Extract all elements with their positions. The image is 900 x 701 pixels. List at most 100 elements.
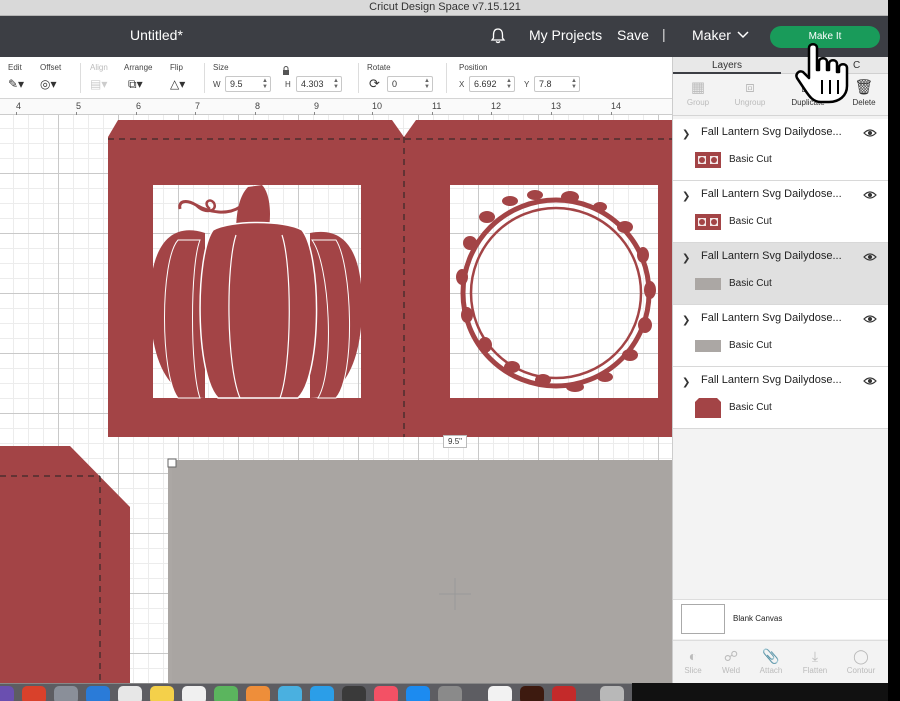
position-group: Position X 6.692 ▲ ▼ Y 7.8 ▲ ▼ bbox=[459, 63, 580, 97]
x-position-input[interactable]: 6.692 ▲ ▼ bbox=[469, 76, 515, 92]
eye-icon[interactable] bbox=[863, 252, 877, 262]
cut-type[interactable]: Basic Cut bbox=[729, 216, 772, 227]
width-value: 9.5 bbox=[230, 79, 243, 89]
cut-type[interactable]: Basic Cut bbox=[729, 278, 772, 289]
chevron-down-icon[interactable] bbox=[737, 30, 749, 40]
layer-group-item[interactable]: ❯ Fall Lantern Svg Dailydose... Basic Cu… bbox=[673, 181, 889, 243]
chevron-down-icon[interactable]: ❯ bbox=[682, 315, 690, 326]
layer-group-item[interactable]: ❯ Fall Lantern Svg Dailydose... Basic Cu… bbox=[673, 119, 889, 181]
group-button[interactable]: ▦ Group bbox=[673, 78, 723, 107]
design-canvas[interactable]: 9.5" bbox=[0, 115, 672, 683]
machine-select[interactable]: Maker bbox=[692, 27, 731, 43]
tab-layers[interactable]: Layers bbox=[673, 57, 781, 74]
hand-cursor-icon bbox=[795, 43, 849, 104]
macos-dock bbox=[0, 683, 632, 701]
stepper-icon[interactable]: ▲ ▼ bbox=[333, 78, 339, 90]
blank-canvas-row[interactable]: Blank Canvas bbox=[673, 599, 889, 639]
rotate-input[interactable]: 0 ▲ ▼ bbox=[387, 76, 433, 92]
lower-left-panel[interactable] bbox=[0, 446, 130, 683]
dock-app-icon[interactable] bbox=[520, 686, 544, 701]
eye-icon[interactable] bbox=[863, 314, 877, 324]
dock-app-icon[interactable] bbox=[0, 686, 14, 701]
ruler-tick: 13 bbox=[551, 101, 562, 116]
ruler-tick: 11 bbox=[432, 101, 442, 116]
ruler-tick: 5 bbox=[76, 101, 82, 116]
layer-thumbnail bbox=[695, 278, 721, 290]
weld-button[interactable]: ☍ Weld bbox=[713, 646, 749, 675]
flip-label: Flip bbox=[170, 63, 183, 72]
offset-icon[interactable]: ◎▾ bbox=[40, 77, 57, 91]
dock-app-icon[interactable] bbox=[342, 686, 366, 701]
y-position-input[interactable]: 7.8 ▲ ▼ bbox=[534, 76, 580, 92]
gray-panel-top[interactable] bbox=[172, 460, 672, 683]
pencil-icon[interactable]: ✎▾ bbox=[8, 77, 24, 91]
cut-type[interactable]: Basic Cut bbox=[729, 340, 772, 351]
group-icon: ▦ bbox=[690, 79, 706, 96]
dock-app-icon[interactable] bbox=[488, 686, 512, 701]
attach-button[interactable]: 📎 Attach bbox=[753, 646, 789, 675]
selection-handle[interactable] bbox=[167, 458, 177, 468]
dock-app-icon[interactable] bbox=[310, 686, 334, 701]
slice-button[interactable]: ◐ Slice bbox=[675, 646, 711, 675]
height-input[interactable]: 4.303 ▲ ▼ bbox=[296, 76, 342, 92]
layer-group-item[interactable]: ❯ Fall Lantern Svg Dailydose... Basic Cu… bbox=[673, 305, 889, 367]
dock-app-icon[interactable] bbox=[118, 686, 142, 701]
eye-icon[interactable] bbox=[863, 128, 877, 138]
ungroup-button[interactable]: ⧈ Ungroup bbox=[725, 78, 775, 107]
stepper-icon[interactable]: ▲ ▼ bbox=[571, 78, 577, 90]
contour-button[interactable]: ◯ Contour bbox=[843, 646, 879, 675]
layer-name: Fall Lantern Svg Dailydose... bbox=[701, 374, 842, 386]
eye-icon[interactable] bbox=[863, 376, 877, 386]
flatten-label: Flatten bbox=[802, 666, 828, 675]
bell-icon[interactable] bbox=[489, 27, 507, 45]
lock-icon[interactable] bbox=[282, 66, 290, 75]
dock-app-icon[interactable] bbox=[374, 686, 398, 701]
save-button[interactable]: Save bbox=[617, 27, 649, 43]
dock-app-icon[interactable] bbox=[54, 686, 78, 701]
my-projects-link[interactable]: My Projects bbox=[529, 27, 602, 43]
ruler-tick: 8 bbox=[255, 101, 261, 116]
stepper-icon[interactable]: ▲ ▼ bbox=[506, 78, 512, 90]
rotate-group: Rotate ⟳ 0 ▲ ▼ bbox=[367, 63, 437, 97]
stepper-icon[interactable]: ▲ ▼ bbox=[262, 78, 268, 90]
cut-type[interactable]: Basic Cut bbox=[729, 154, 772, 165]
layers-tabs: Layers C bbox=[673, 57, 888, 74]
stepper-icon[interactable]: ▲ ▼ bbox=[424, 78, 430, 90]
dock-app-icon[interactable] bbox=[214, 686, 238, 701]
cut-type[interactable]: Basic Cut bbox=[729, 402, 772, 413]
dock-app-icon[interactable] bbox=[552, 686, 576, 701]
document-title[interactable]: Untitled* bbox=[130, 27, 183, 43]
dock-app-icon[interactable] bbox=[22, 686, 46, 701]
width-input[interactable]: 9.5 ▲ ▼ bbox=[225, 76, 271, 92]
dock-app-icon[interactable] bbox=[182, 686, 206, 701]
trash-icon[interactable] bbox=[600, 686, 624, 701]
ruler-tick: 10 bbox=[372, 101, 383, 116]
layer-thumbnail bbox=[695, 340, 721, 352]
arrange-label: Arrange bbox=[124, 63, 153, 72]
flip-icon[interactable]: △▾ bbox=[170, 77, 185, 91]
app-header: Untitled* My Projects Save | Maker Make … bbox=[0, 16, 890, 57]
dock-app-icon[interactable] bbox=[438, 686, 462, 701]
chevron-down-icon[interactable]: ❯ bbox=[682, 191, 690, 202]
canvas-color-swatch[interactable] bbox=[681, 604, 725, 634]
chevron-down-icon[interactable]: ❯ bbox=[682, 129, 690, 140]
dock-app-icon[interactable] bbox=[406, 686, 430, 701]
delete-label: Delete bbox=[852, 98, 876, 107]
arrange-icon[interactable]: ⧉▾ bbox=[128, 77, 143, 92]
dock-app-icon[interactable] bbox=[86, 686, 110, 701]
dock-app-icon[interactable] bbox=[278, 686, 302, 701]
layer-group-item[interactable]: ❯ Fall Lantern Svg Dailydose... Basic Cu… bbox=[673, 367, 889, 429]
layer-group-item-selected[interactable]: ❯ Fall Lantern Svg Dailydose... Basic Cu… bbox=[673, 243, 889, 305]
flatten-button[interactable]: ⤓ Flatten bbox=[797, 646, 833, 675]
layer-thumbnail bbox=[695, 152, 721, 168]
edit-toolbar: Edit ✎▾ Offset ◎▾ Align ▤▾ Arrange ⧉▾ Fl… bbox=[0, 57, 672, 99]
lantern-panel-pumpkin[interactable] bbox=[108, 120, 404, 437]
chevron-down-icon[interactable]: ❯ bbox=[682, 377, 690, 388]
ungroup-label: Ungroup bbox=[734, 98, 766, 107]
rotate-icon[interactable]: ⟳ bbox=[369, 76, 380, 92]
dock-app-icon[interactable] bbox=[150, 686, 174, 701]
eye-icon[interactable] bbox=[863, 190, 877, 200]
chevron-down-icon[interactable]: ❯ bbox=[682, 253, 690, 264]
dock-app-icon[interactable] bbox=[246, 686, 270, 701]
lantern-panel-wreath[interactable] bbox=[404, 120, 672, 437]
